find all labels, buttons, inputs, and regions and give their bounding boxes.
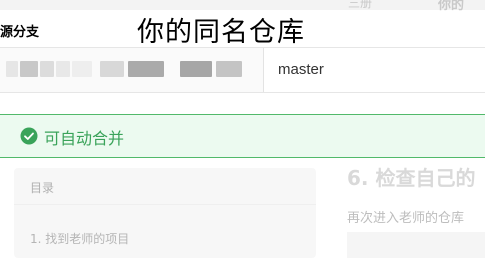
source-branch-label: 源分支 bbox=[0, 25, 40, 40]
merge-status-text: 可自动合并 bbox=[44, 129, 125, 148]
source-repo-select[interactable] bbox=[0, 48, 264, 92]
article-image-placeholder bbox=[347, 232, 485, 258]
blurred-repo-name bbox=[72, 61, 92, 77]
sidebar-toc: 目录 1. 找到老师的项目 bbox=[14, 168, 316, 258]
merge-status-banner: 可自动合并 bbox=[0, 114, 485, 158]
toc-item[interactable]: 1. 找到老师的项目 bbox=[30, 230, 129, 247]
faded-tab-1: 三册 bbox=[348, 0, 373, 10]
blurred-repo-name bbox=[40, 61, 54, 77]
overlay-title: 你的同名仓库 bbox=[137, 17, 305, 48]
blurred-repo-name bbox=[56, 61, 70, 77]
faded-tab-2: 你的 bbox=[438, 0, 465, 13]
blurred-repo-name bbox=[100, 61, 124, 77]
toc-divider bbox=[14, 204, 316, 205]
article-paragraph: 再次进入老师的仓库 bbox=[347, 211, 465, 226]
article-heading: 6. 检查自己的 bbox=[347, 166, 476, 190]
top-faded-strip: 三册 你的 bbox=[0, 0, 485, 13]
blurred-repo-name bbox=[20, 61, 38, 77]
blurred-repo-name bbox=[6, 61, 18, 77]
toc-title: 目录 bbox=[30, 181, 55, 195]
blurred-repo-name bbox=[128, 61, 164, 77]
check-circle-icon bbox=[20, 127, 38, 145]
branch-select[interactable]: master bbox=[278, 61, 324, 78]
branch-row: master bbox=[0, 47, 485, 93]
blurred-repo-name bbox=[180, 61, 212, 77]
blurred-repo-name bbox=[216, 61, 242, 77]
